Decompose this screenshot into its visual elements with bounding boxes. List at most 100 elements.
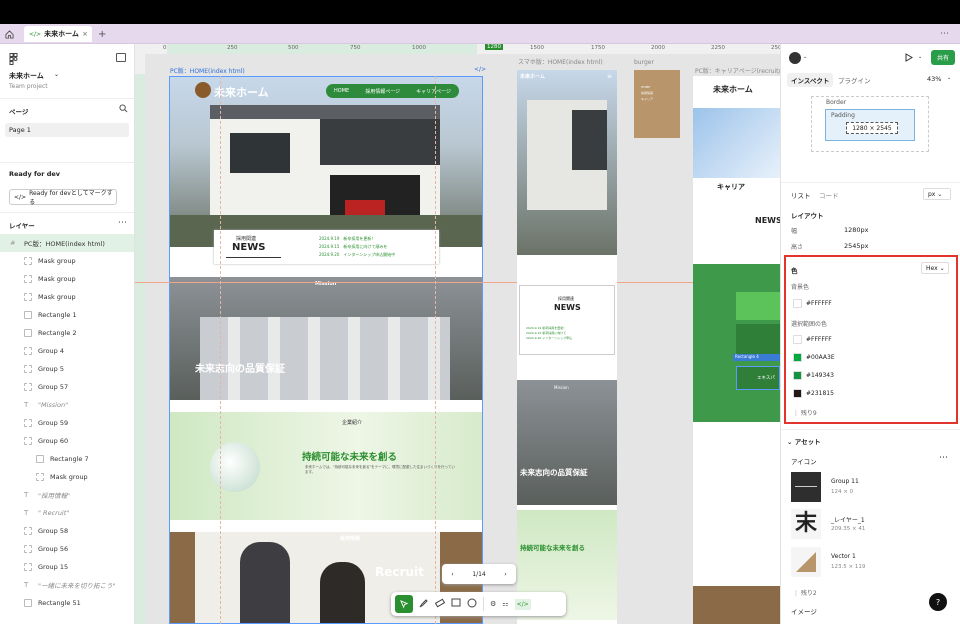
ruler-tick: 0 [163, 45, 167, 51]
group-icon [24, 383, 32, 391]
next-button[interactable]: › [504, 571, 506, 578]
bottom-toolbar: ⚙ ⚏ </> [391, 592, 566, 616]
chevron-down-icon[interactable]: ⌄ [918, 54, 922, 60]
comment-list-icon[interactable] [451, 598, 461, 610]
color-hex: #00AA3E [806, 354, 835, 361]
layer-item[interactable]: Rectangle 1 [0, 306, 134, 324]
color-format-select[interactable]: Hex ⌄ [921, 262, 949, 274]
more-assets[interactable]: ⋮ 残り2 [793, 588, 817, 597]
layer-label: " Recruit" [38, 509, 70, 517]
dev-mode-icon[interactable]: ⚏ [502, 600, 508, 608]
share-button[interactable]: 共有 [931, 50, 955, 65]
prev-button[interactable]: ‹ [451, 571, 453, 578]
close-icon[interactable]: × [82, 30, 88, 38]
career-button[interactable]: エキスパ [736, 366, 780, 390]
help-button[interactable]: ? [929, 593, 947, 611]
ready-for-dev-button[interactable]: </> Ready for devとしてマークする [9, 189, 117, 206]
asset-thumb-vector1[interactable] [791, 547, 821, 577]
tab-inspect[interactable]: インスペクト [787, 73, 834, 87]
move-tool-icon[interactable] [395, 595, 413, 613]
selection-color-row[interactable]: #FFFFFF [793, 335, 832, 344]
news-row[interactable]: 2024.9.20 インターンシップ申込開始中 [319, 251, 395, 259]
figma-menu-icon[interactable] [9, 53, 19, 67]
code-icon: </> [29, 30, 42, 38]
nav-home[interactable]: HOME [334, 88, 349, 94]
layer-label: Rectangle 7 [50, 455, 89, 463]
frame-label-burger[interactable]: burger [634, 59, 654, 66]
layer-item[interactable]: # PC版：HOME(index html) [0, 234, 134, 252]
layer-item[interactable]: Mask group [0, 468, 134, 486]
avatar[interactable] [789, 52, 801, 64]
ruler-tick: 2250 [711, 45, 725, 51]
layer-item[interactable]: Mask group [0, 252, 134, 270]
layer-item[interactable]: Mask group [0, 270, 134, 288]
layer-item[interactable]: Rectangle 7 [0, 450, 134, 468]
more-colors[interactable]: ⋮ 残り9 [793, 408, 817, 417]
selection-color-row[interactable]: #149343 [793, 371, 834, 380]
layer-item[interactable]: Rectangle 2 [0, 324, 134, 342]
code-tab[interactable]: コード [819, 190, 839, 200]
more-icon[interactable]: ⋯ [939, 453, 948, 463]
unit-select[interactable]: px ⌄ [923, 188, 951, 200]
frame-label-sp[interactable]: スマホ版：HOME(index html) [518, 57, 603, 66]
layer-item[interactable]: Rectangle 51 [0, 594, 134, 612]
layer-item[interactable]: Group 57 [0, 378, 134, 396]
tab-file[interactable]: </> 未来ホーム × [24, 26, 92, 42]
asset-heading[interactable]: ⌄ アセット [787, 436, 821, 446]
layer-label: Rectangle 51 [38, 599, 81, 607]
code-icon[interactable]: </> [514, 598, 531, 610]
canvas[interactable]: 0 250 500 750 1000 1280 1500 1750 2000 2… [135, 44, 780, 624]
more-icon[interactable]: ⋯ [940, 26, 954, 42]
chevron-down-icon[interactable]: ⌄ [54, 71, 59, 78]
layer-item[interactable]: Group 5 [0, 360, 134, 378]
code-icon[interactable]: </> [474, 66, 486, 73]
home-icon[interactable] [5, 26, 17, 42]
sp-home-frame[interactable]: 未来ホーム ≡ 採用関連 NEWS 2024.9.19 新卒採用を更新！ 2024… [517, 70, 617, 624]
comment-icon[interactable] [467, 598, 477, 610]
burger-frame[interactable]: HOME 採用情報 キャリア [634, 70, 680, 138]
bg-color-row[interactable]: #FFFFFF [793, 299, 832, 308]
frame-label-pc[interactable]: PC版：HOME(index html) [170, 66, 245, 75]
chevron-down-icon[interactable]: ⌄ [947, 75, 951, 81]
present-icon[interactable] [905, 53, 913, 64]
layer-item[interactable]: T " Recruit" [0, 504, 134, 522]
layer-item[interactable]: Mask group [0, 288, 134, 306]
page-item-1[interactable]: Page 1 [5, 123, 129, 137]
asset-thumb-group11[interactable] [791, 472, 821, 502]
zoom-level[interactable]: 43% [927, 75, 941, 83]
layer-item[interactable]: Group 58 [0, 522, 134, 540]
chevron-down-icon[interactable]: ⌄ [803, 54, 807, 60]
layer-item[interactable]: Group 4 [0, 342, 134, 360]
layer-item[interactable]: Group 59 [0, 414, 134, 432]
layer-item[interactable]: Group 60 [0, 432, 134, 450]
search-icon[interactable] [119, 104, 128, 115]
asset-thumb-layer1[interactable]: 末 [791, 509, 821, 539]
layer-item[interactable]: T "Mission" [0, 396, 134, 414]
tab-plugin[interactable]: プラグイン [838, 75, 871, 85]
hamburger-icon[interactable]: ≡ [607, 73, 612, 80]
layer-item[interactable]: Group 56 [0, 540, 134, 558]
width-value[interactable]: 1280px [844, 226, 869, 234]
news-row[interactable]: 2024.9.19 新卒採用を更新！ [319, 235, 395, 243]
nav-recruit[interactable]: 採用情報ページ [365, 88, 400, 95]
new-tab-button[interactable]: + [98, 26, 108, 42]
selection-color-row[interactable]: #231815 [793, 389, 834, 398]
group-icon [24, 563, 32, 571]
project-name[interactable]: 未来ホーム [9, 71, 44, 81]
layer-item[interactable]: Group 15 [0, 558, 134, 576]
nav-career[interactable]: キャリアページ [416, 88, 451, 95]
list-tab[interactable]: リスト [791, 190, 811, 200]
more-icon[interactable]: ⋯ [118, 218, 127, 228]
layer-item[interactable]: T "採用情報" [0, 486, 134, 504]
pen-tool-icon[interactable] [419, 598, 429, 610]
sidebar-toggle-icon[interactable] [116, 53, 126, 62]
layer-item[interactable]: T "一緒に未来を切り拓こう" [0, 576, 134, 594]
frame-label-career[interactable]: PC版：キャリアページ(recruit/) [695, 66, 780, 75]
height-value[interactable]: 2545px [844, 242, 869, 250]
career-frame[interactable]: 未来ホーム キャリア NEWS Rectangle 4 エキスパ [693, 76, 780, 624]
news-row[interactable]: 2024.9.15 新卒採用に向けて頑みを [319, 243, 395, 251]
ruler-tool-icon[interactable] [434, 598, 446, 610]
selection-color-row[interactable]: #00AA3E [793, 353, 835, 362]
plugin-icon[interactable]: ⚙ [490, 600, 496, 608]
height-label: 高さ [791, 244, 804, 251]
